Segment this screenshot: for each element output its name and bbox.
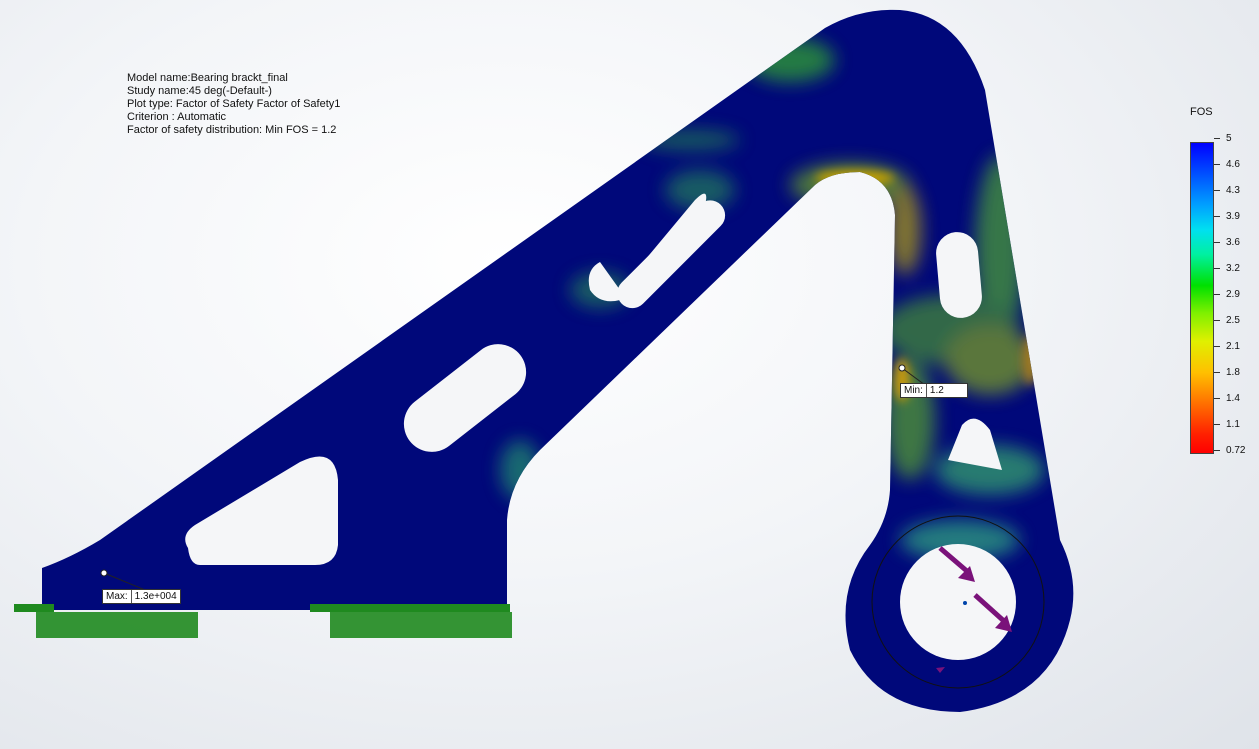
legend-tick-label: 3.6 [1214, 236, 1240, 248]
legend-tick-label: 3.2 [1214, 262, 1240, 274]
max-probe-caption: Max: [103, 590, 132, 603]
legend-tick-label: 3.9 [1214, 210, 1240, 222]
legend-tick-label: 1.4 [1214, 392, 1240, 404]
legend-tick-label: 1.8 [1214, 366, 1240, 378]
study-name-text: Study name:45 deg(-Default-) [127, 85, 272, 97]
legend-tick-label: 2.9 [1214, 288, 1240, 300]
criterion-text: Criterion : Automatic [127, 111, 227, 123]
legend-color-bar[interactable] [1190, 142, 1214, 454]
legend-tick-label: 4.6 [1214, 158, 1240, 170]
max-probe-value: 1.3e+004 [134, 591, 177, 602]
model-name-text: Model name:Bearing brackt_final [127, 72, 288, 84]
fixed-support-right[interactable] [310, 604, 512, 638]
max-probe-point[interactable] [100, 569, 108, 577]
min-probe-value: 1.2 [929, 385, 944, 396]
min-probe-point[interactable] [898, 364, 906, 372]
bearing-center-marker [963, 601, 967, 605]
legend-tick-label: 1.1 [1214, 418, 1240, 430]
legend-tick-label: 2.5 [1214, 314, 1240, 326]
min-probe-caption: Min: [901, 384, 927, 397]
fos-distribution-text: Factor of safety distribution: Min FOS =… [127, 124, 337, 136]
legend-tick-label: 5 [1214, 132, 1232, 144]
legend-tick-label: 2.1 [1214, 340, 1240, 352]
plot-type-text: Plot type: Factor of Safety Factor of Sa… [127, 98, 341, 110]
max-probe-label[interactable]: Max: 1.3e+004 [102, 589, 181, 604]
legend-title: FOS [1190, 106, 1213, 118]
min-probe-label[interactable]: Min: 1.2 [900, 383, 968, 398]
plot-info-block: Model name:Bearing brackt_final Study na… [127, 72, 340, 137]
legend-tick-label: 4.3 [1214, 184, 1240, 196]
legend-tick-label: 0.72 [1214, 444, 1245, 456]
